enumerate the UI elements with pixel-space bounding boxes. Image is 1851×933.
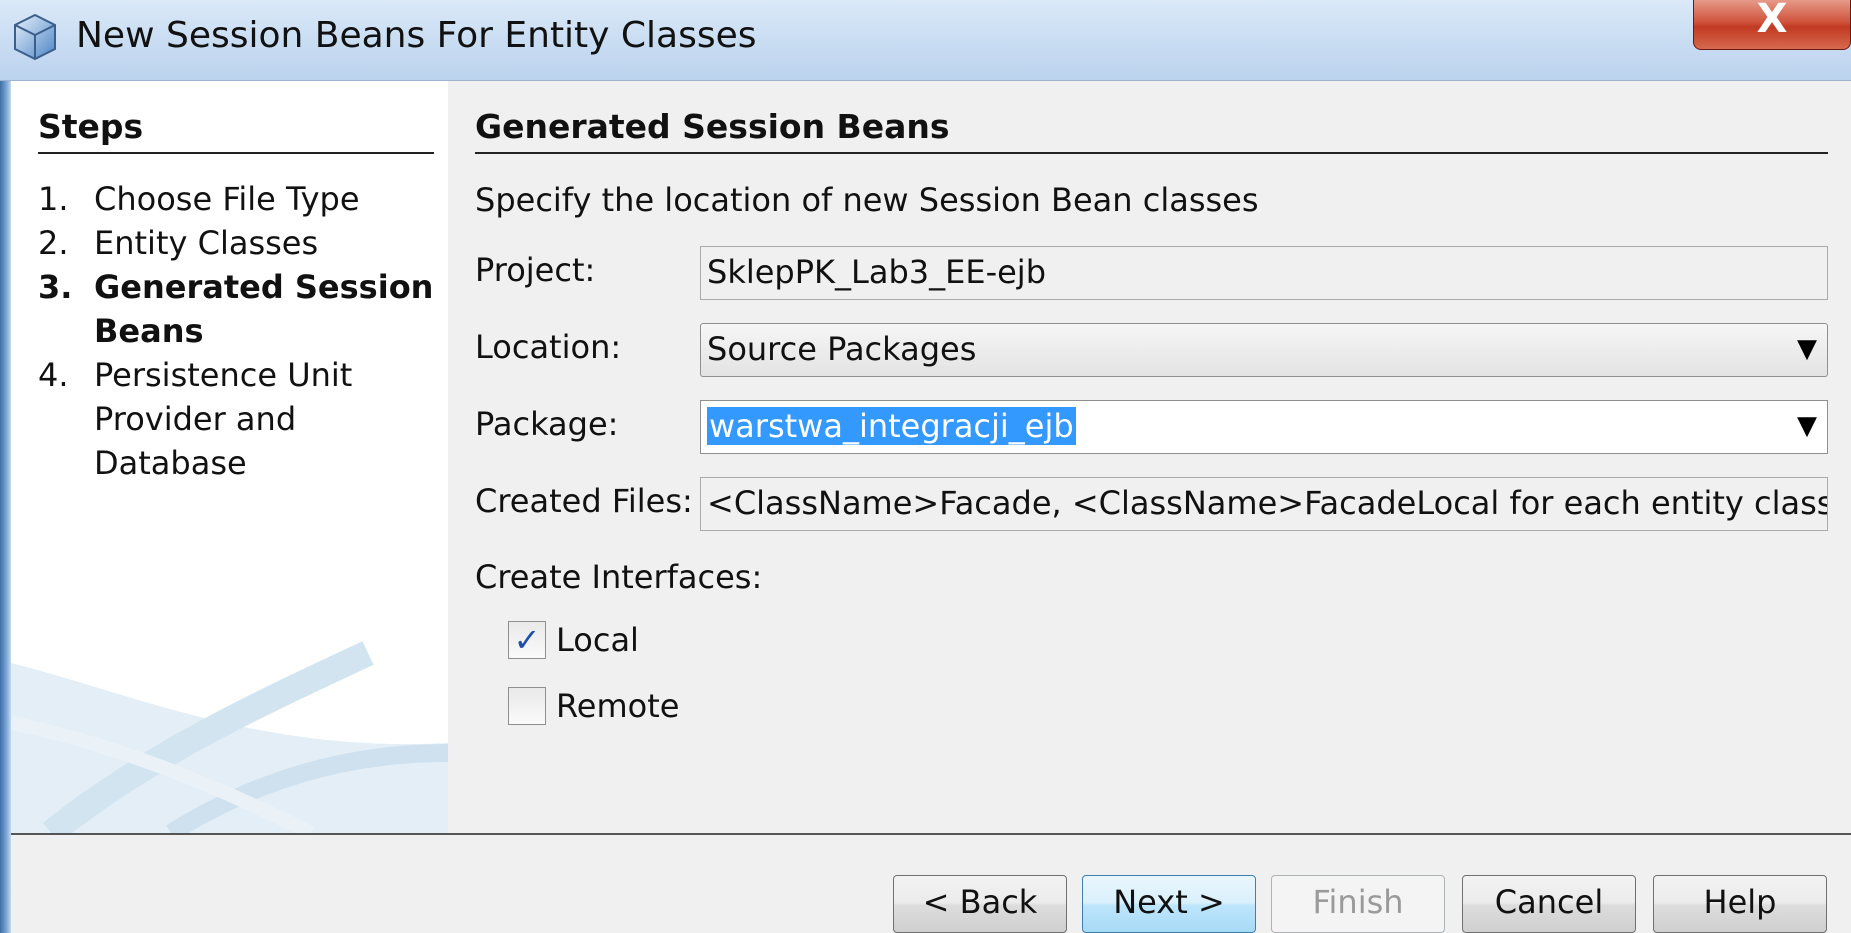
steps-divider <box>38 152 434 154</box>
step-number: 4. <box>38 356 69 394</box>
window-title: New Session Beans For Entity Classes <box>76 15 757 56</box>
title-bar: New Session Beans For Entity Classes X <box>0 0 1851 81</box>
step-item: 2. Entity Classes <box>38 221 438 265</box>
steps-panel: Steps 1. Choose File Type 2. Entity Clas… <box>11 81 448 833</box>
step-label: Generated Session Beans <box>94 268 434 350</box>
remote-checkbox[interactable] <box>508 687 546 725</box>
step-item: 1. Choose File Type <box>38 177 438 221</box>
step-label: Entity Classes <box>94 224 319 262</box>
project-label: Project: <box>475 251 596 289</box>
remote-checkbox-label[interactable]: Remote <box>556 687 679 725</box>
description-text: Specify the location of new Session Bean… <box>475 181 1259 219</box>
step-item-current: 3. Generated Session Beans <box>38 265 438 353</box>
create-interfaces-label: Create Interfaces: <box>475 558 763 596</box>
decorative-swoosh <box>11 641 448 833</box>
close-icon: X <box>1756 0 1788 42</box>
package-combobox[interactable]: warstwa_integracji_ejb ▼ <box>700 400 1828 454</box>
next-button[interactable]: Next > <box>1082 875 1256 933</box>
local-checkbox-row[interactable]: ✓ Local <box>508 618 639 662</box>
steps-list: 1. Choose File Type 2. Entity Classes 3.… <box>38 177 438 485</box>
steps-heading: Steps <box>38 107 144 146</box>
local-checkbox-label[interactable]: Local <box>556 621 639 659</box>
location-label: Location: <box>475 328 622 366</box>
location-select[interactable]: Source Packages ▼ <box>700 323 1828 377</box>
remote-checkbox-row[interactable]: Remote <box>508 684 679 728</box>
step-item: 4. Persistence Unit Provider and Databas… <box>38 353 438 485</box>
step-number: 1. <box>38 180 69 218</box>
local-checkbox[interactable]: ✓ <box>508 621 546 659</box>
cube-icon <box>14 13 56 61</box>
created-files-field: <ClassName>Facade, <ClassName>FacadeLoca… <box>700 477 1828 531</box>
checkmark-icon: ✓ <box>513 621 541 659</box>
step-label: Choose File Type <box>94 180 360 218</box>
section-heading: Generated Session Beans <box>475 107 950 146</box>
help-button[interactable]: Help <box>1653 875 1827 933</box>
step-number: 2. <box>38 224 69 262</box>
window-frame-edge <box>0 81 11 933</box>
finish-button: Finish <box>1271 875 1445 933</box>
button-bar: < Back Next > Finish Cancel Help <box>11 835 1851 933</box>
back-button[interactable]: < Back <box>893 875 1067 933</box>
dropdown-arrow-icon[interactable]: ▼ <box>1797 401 1817 451</box>
package-input-value[interactable]: warstwa_integracji_ejb <box>707 407 1076 445</box>
project-field: SklepPK_Lab3_EE-ejb <box>700 246 1828 300</box>
main-panel: Generated Session Beans Specify the loca… <box>448 81 1851 833</box>
cancel-button[interactable]: Cancel <box>1462 875 1636 933</box>
dropdown-arrow-icon[interactable]: ▼ <box>1797 324 1817 374</box>
step-number: 3. <box>38 268 73 306</box>
section-divider <box>475 152 1828 154</box>
created-files-label: Created Files: <box>475 482 693 520</box>
location-value: Source Packages <box>707 330 977 368</box>
close-button[interactable]: X <box>1693 0 1851 50</box>
package-label: Package: <box>475 405 619 443</box>
step-label: Persistence Unit Provider and Database <box>94 356 353 482</box>
